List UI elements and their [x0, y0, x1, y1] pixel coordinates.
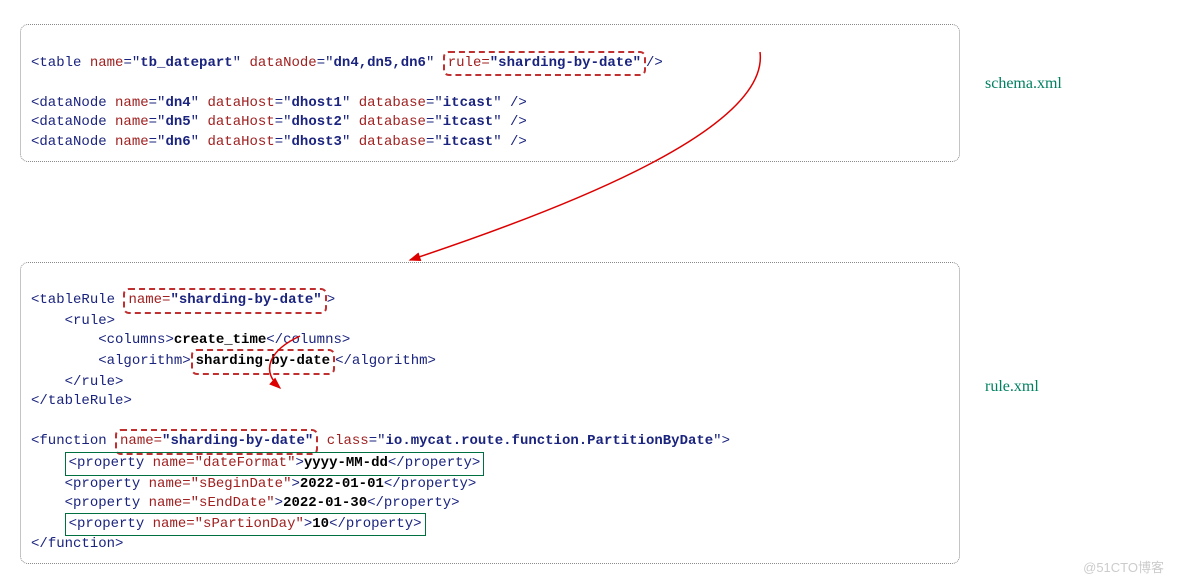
- columns-value: create_time: [174, 332, 266, 348]
- schema-xml-label: schema.xml: [985, 75, 1062, 93]
- algorithm-highlight: sharding-by-date: [191, 349, 335, 375]
- tablerule-name-highlight: name="sharding-by-date": [123, 288, 326, 314]
- function-class: io.mycat.route.function.PartitionByDate: [386, 433, 714, 449]
- property-spartionday-highlight: <property name="sPartionDay">10</propert…: [65, 513, 426, 537]
- rule-xml-label: rule.xml: [985, 378, 1039, 396]
- watermark: @51CTO博客: [1083, 557, 1164, 576]
- table-name: tb_datepart: [140, 55, 232, 71]
- schema-code-box: <table name="tb_datepart" dataNode="dn4,…: [20, 24, 960, 162]
- rule-code-box: <tableRule name="sharding-by-date"> <rul…: [20, 262, 960, 564]
- rule-attr-highlight: rule="sharding-by-date": [443, 51, 646, 77]
- property-dateformat-highlight: <property name="dateFormat">yyyy-MM-dd</…: [65, 452, 485, 476]
- table-datanode: dn4,dn5,dn6: [334, 55, 426, 71]
